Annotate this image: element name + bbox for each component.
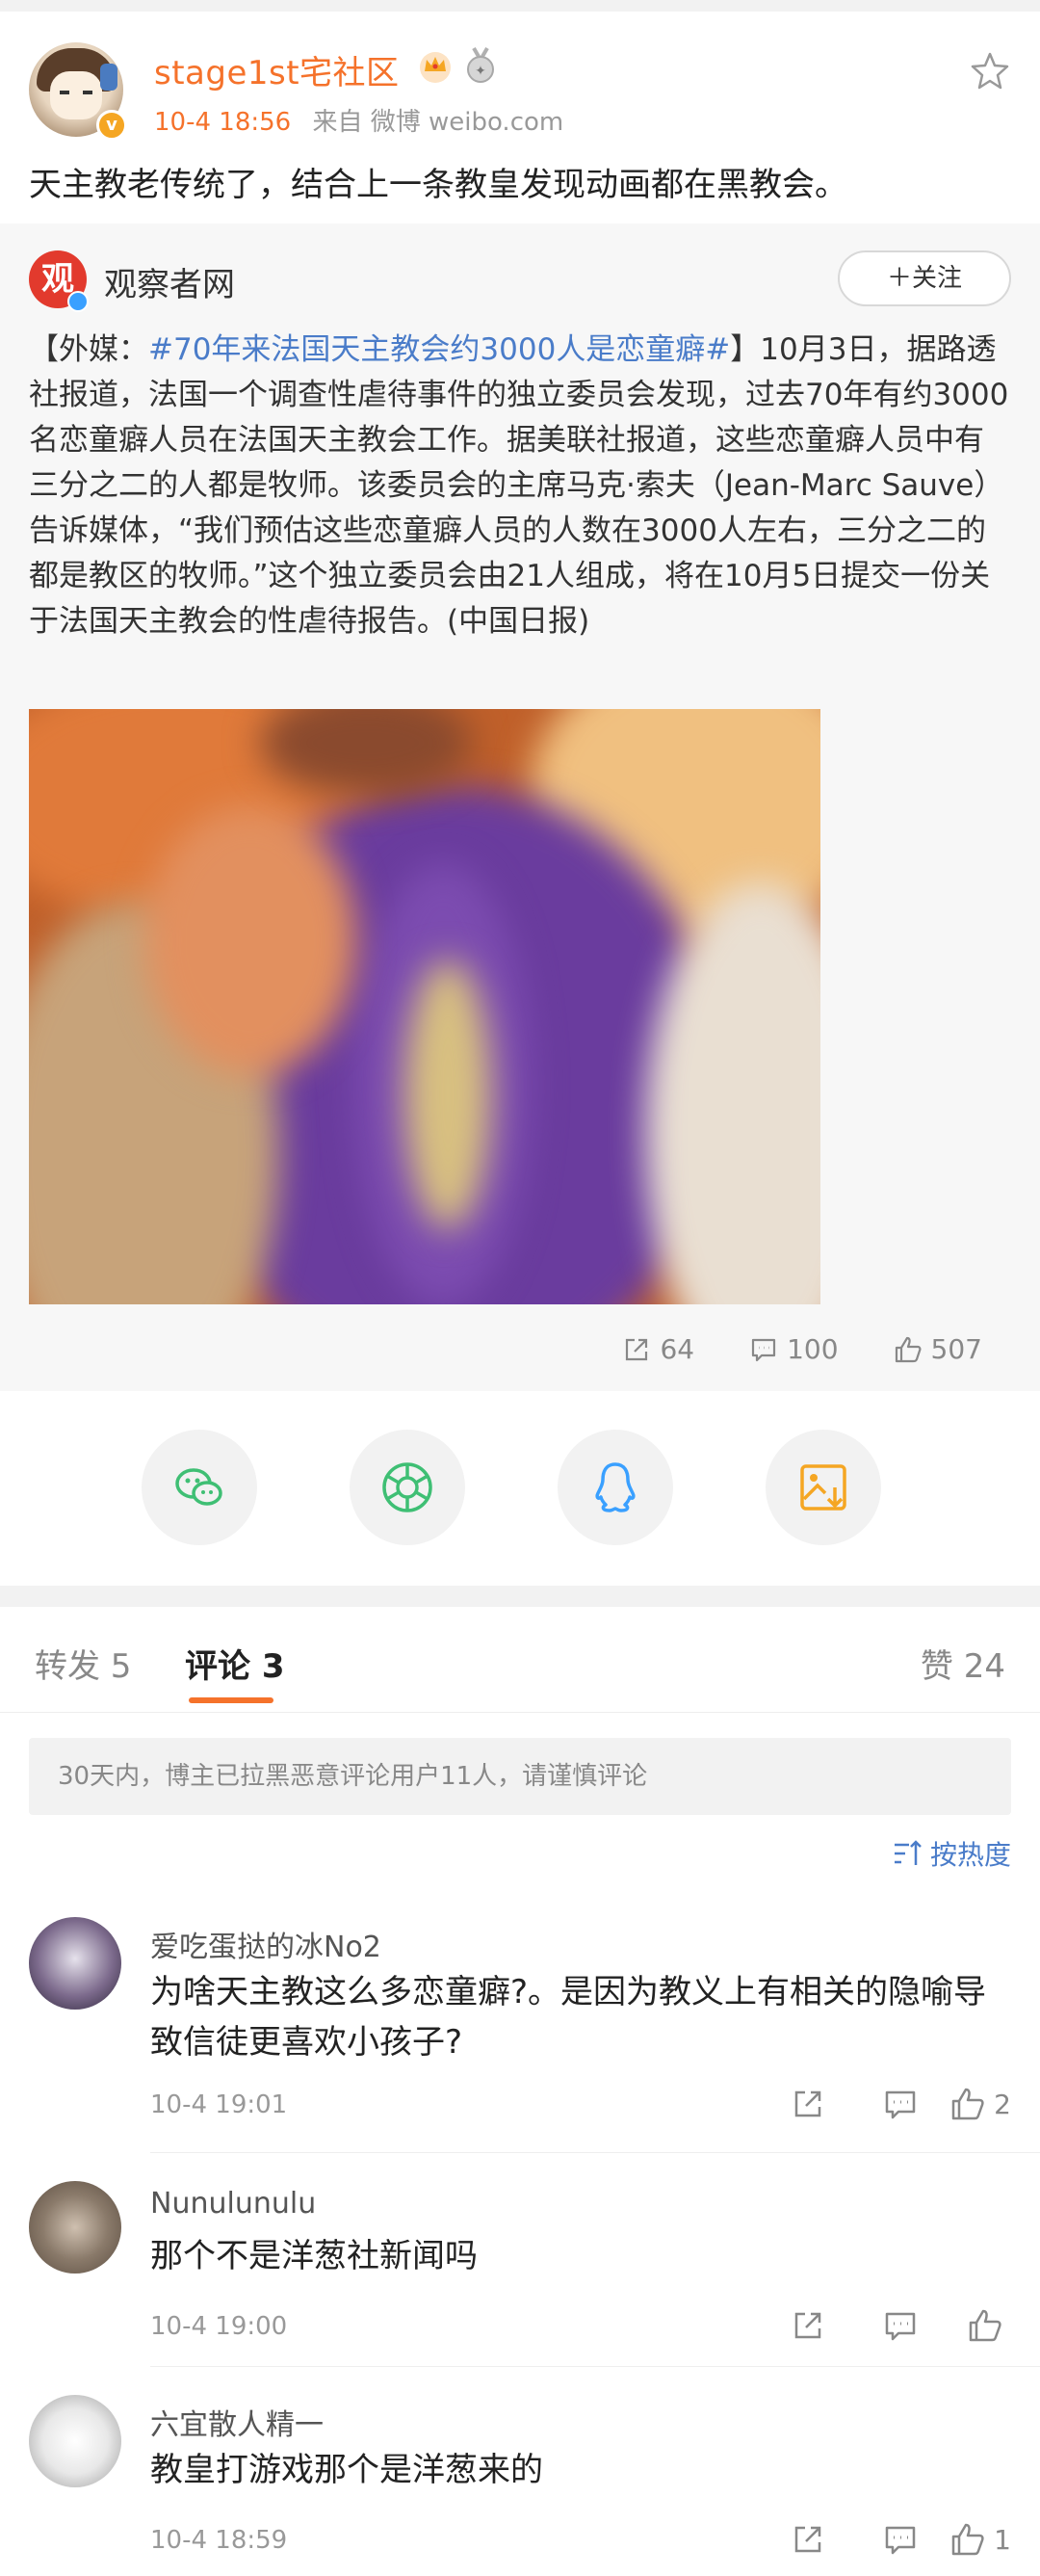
comment-like-count: 1 [994, 2523, 1011, 2556]
tab-reposts[interactable]: 转发 5 [35, 1640, 131, 1687]
comment-text: 教皇打游戏那个是洋葱来的 [150, 2451, 543, 2489]
comment-notice: 30天内，博主已拉黑恶意评论用户11人，请谨慎评论 [29, 1738, 1011, 1815]
commenter-name[interactable]: 爱吃蛋挞的冰No2 [150, 1923, 381, 1965]
share-moments-button[interactable] [350, 1430, 465, 1545]
comment-icon [885, 2090, 916, 2119]
repost-text-prefix: 【外媒： [29, 332, 148, 367]
hashtag-link[interactable]: #70年来法国天主教会约3000人是恋童癖# [148, 332, 730, 367]
commenter-name[interactable]: Nunulunulu [150, 2187, 316, 2221]
post-text: 天主教老传统了，结合上一条教皇发现动画都在黑教会。 [29, 166, 847, 204]
comment-like-button[interactable]: 1 [919, 2520, 1011, 2559]
source-name[interactable]: 观察者网 [104, 258, 235, 305]
thumbs-up-icon [951, 2523, 984, 2556]
comment-actions: 2 [734, 2085, 1011, 2123]
wechat-icon [175, 1468, 222, 1506]
thumbs-up-icon [969, 2309, 1001, 2342]
repost-text-body: 】10月3日，据路透社报道，法国一个调查性虐待事件的独立委员会发现，过去70年有… [29, 332, 1009, 639]
thumbs-up-icon [951, 2088, 984, 2120]
comment-item: 六宜散人精一 教皇打游戏那个是洋葱来的 10-4 18:59 1 [0, 2395, 1040, 2559]
comment-count: 100 [787, 1333, 839, 1365]
comment-repost-button[interactable] [734, 2085, 826, 2123]
comment-actions: 1 [734, 2520, 1011, 2559]
repost-image[interactable] [29, 709, 820, 1304]
repost-card[interactable]: 观 观察者网 ＋关注 【外媒：#70年来法国天主教会约3000人是恋童癖#】10… [0, 223, 1040, 1391]
comment-icon [751, 1338, 776, 1361]
crown-icon [420, 52, 451, 83]
comment-separator [150, 2366, 1040, 2367]
comment-time: 10-4 18:59 [150, 2526, 288, 2555]
tab-likes[interactable]: 赞 24 [921, 1640, 1005, 1687]
post-source[interactable]: 来自 微博 weibo.com [312, 108, 563, 137]
share-out-icon [794, 2090, 821, 2117]
sort-icon [894, 1840, 922, 1865]
qq-icon [595, 1462, 636, 1512]
comment-item: 爱吃蛋挞的冰No2 为啥天主教这么多恋童癖?。是因为教义上有相关的隐喻导致信徒更… [0, 1917, 1040, 2153]
comment-like-button[interactable] [919, 2306, 1011, 2345]
repost-text: 【外媒：#70年来法国天主教会约3000人是恋童癖#】10月3日，据路透社报道，… [29, 328, 1011, 644]
verified-badge-icon: v [96, 110, 127, 141]
section-divider [0, 1586, 1040, 1607]
commenter-avatar[interactable] [29, 2181, 121, 2274]
medal-icon: ✦ [467, 46, 494, 83]
comment-text: 那个不是洋葱社新闻吗 [150, 2237, 478, 2275]
comment-repost-button[interactable] [734, 2520, 826, 2559]
comment-count-button[interactable]: 100 [748, 1333, 839, 1365]
repost-count-button[interactable]: 64 [621, 1333, 694, 1365]
comment-icon [885, 2526, 916, 2555]
post-header: v stage1st宅社区 ✦ 10-4 18:56 来自 微博 weibo.c… [29, 42, 1011, 148]
repost-stats: 64 100 507 [621, 1333, 982, 1365]
tab-bar: 转发 5 评论 3 赞 24 [0, 1607, 1040, 1713]
post-meta: 10-4 18:56 来自 微博 weibo.com [154, 102, 563, 138]
comment-like-button[interactable]: 2 [919, 2085, 1011, 2123]
sort-button[interactable]: 按热度 [892, 1834, 1011, 1873]
comment-reply-button[interactable] [826, 2306, 919, 2345]
like-count: 507 [930, 1333, 982, 1365]
commenter-avatar[interactable] [29, 2395, 121, 2487]
follow-button[interactable]: ＋关注 [838, 250, 1011, 306]
comment-separator [150, 2152, 1040, 2153]
favorite-star-icon[interactable] [969, 50, 1011, 92]
comment-time: 10-4 19:00 [150, 2312, 288, 2341]
share-wechat-button[interactable] [142, 1430, 257, 1545]
comment-repost-button[interactable] [734, 2306, 826, 2345]
save-image-button[interactable] [766, 1430, 881, 1545]
repost-count: 64 [660, 1333, 695, 1365]
commenter-avatar[interactable] [29, 1917, 121, 2010]
top-separator [0, 0, 1040, 12]
svg-text:✦: ✦ [475, 64, 486, 79]
comment-reply-button[interactable] [826, 2085, 919, 2123]
commenter-name[interactable]: 六宜散人精一 [150, 2401, 324, 2443]
save-image-icon [800, 1464, 846, 1511]
source-verified-icon [67, 291, 89, 312]
comment-time: 10-4 19:01 [150, 2090, 288, 2119]
comment-text: 为啥天主教这么多恋童癖?。是因为教义上有相关的隐喻导致信徒更喜欢小孩子? [150, 1973, 987, 2062]
comment-like-count: 2 [994, 2088, 1011, 2120]
author-name[interactable]: stage1st宅社区 [154, 46, 400, 93]
share-out-icon [794, 2312, 821, 2339]
like-count-button[interactable]: 507 [893, 1333, 982, 1365]
comment-actions [734, 2306, 1011, 2345]
comment-icon [885, 2312, 916, 2341]
comment-item: Nunulunulu 那个不是洋葱社新闻吗 10-4 19:00 [0, 2181, 1040, 2367]
share-qq-button[interactable] [558, 1430, 673, 1545]
moments-icon [382, 1462, 432, 1512]
active-tab-indicator [189, 1697, 273, 1703]
thumbs-up-icon [895, 1336, 922, 1362]
tab-comments[interactable]: 评论 3 [185, 1640, 285, 1687]
share-out-icon [626, 1338, 648, 1360]
post-time: 10-4 18:56 [154, 108, 292, 137]
sort-label: 按热度 [929, 1839, 1011, 1871]
share-out-icon [794, 2526, 821, 2553]
share-row [0, 1430, 1040, 1545]
comment-reply-button[interactable] [826, 2520, 919, 2559]
